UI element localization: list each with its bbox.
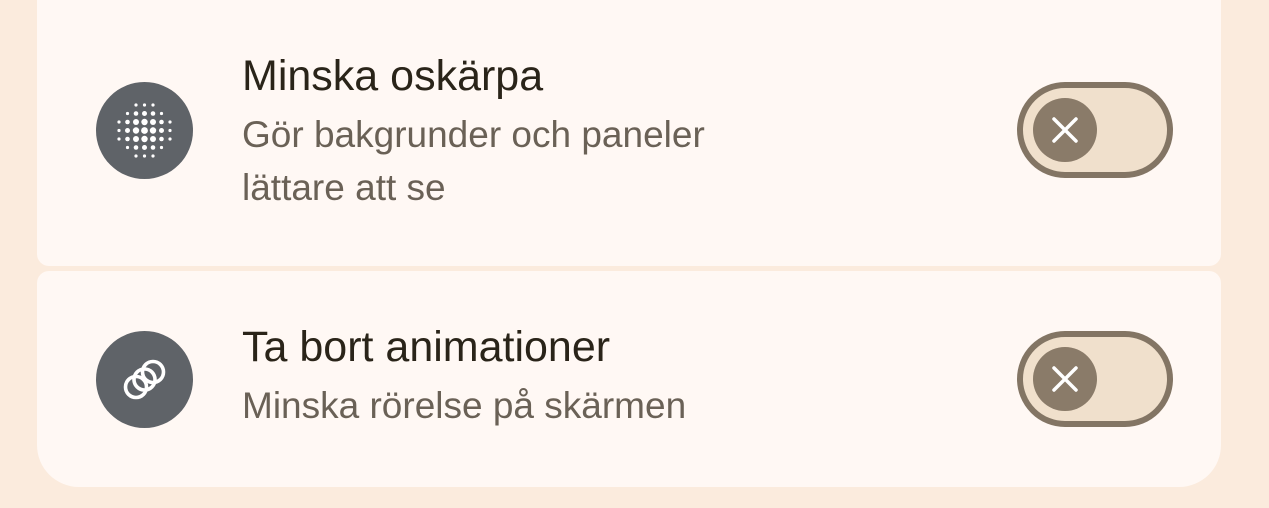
setting-subtitle-line: Gör bakgrunder och paneler bbox=[242, 114, 705, 155]
setting-title: Minska oskärpa bbox=[242, 52, 544, 100]
remove-animations-toggle[interactable] bbox=[1017, 331, 1173, 427]
setting-card-remove-animations[interactable]: Ta bort animationer Minska rörelse på sk… bbox=[37, 271, 1221, 487]
close-icon bbox=[1052, 117, 1078, 143]
close-icon bbox=[1052, 366, 1078, 392]
setting-text: Ta bort animationer Minska rörelse på sk… bbox=[242, 321, 686, 432]
rings-icon bbox=[96, 331, 193, 428]
setting-subtitle-line: Minska rörelse på skärmen bbox=[242, 385, 687, 426]
setting-title: Ta bort animationer bbox=[242, 323, 611, 371]
setting-subtitle-line: lättare att se bbox=[242, 167, 446, 208]
toggle-thumb bbox=[1033, 98, 1097, 162]
setting-text: Minska oskärpa Gör bakgrunder och panele… bbox=[242, 50, 705, 214]
blur-dots-icon bbox=[96, 82, 193, 179]
setting-card-reduce-blur[interactable]: Minska oskärpa Gör bakgrunder och panele… bbox=[37, 0, 1221, 266]
reduce-blur-toggle[interactable] bbox=[1017, 82, 1173, 178]
toggle-thumb bbox=[1033, 347, 1097, 411]
